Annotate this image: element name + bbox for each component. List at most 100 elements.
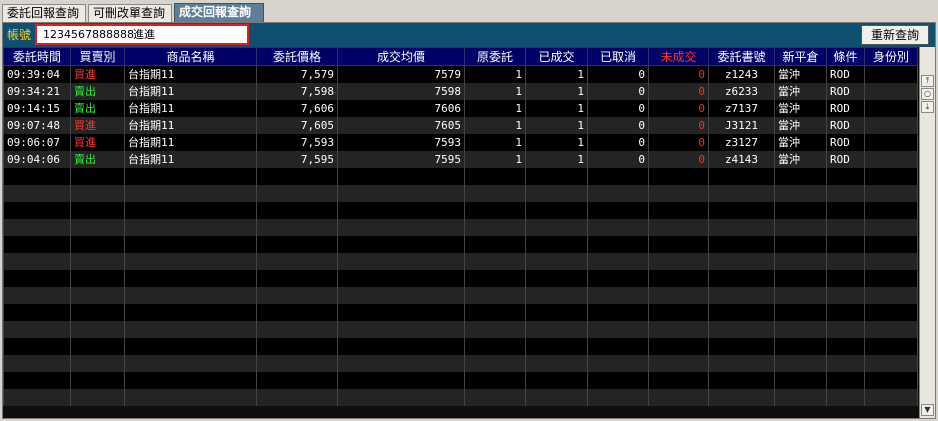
scroll-to-bottom-icon[interactable]: ⤓ <box>921 101 934 113</box>
order-no-cell: z1243 <box>708 65 775 83</box>
tab-modifiable-orders[interactable]: 可刪改單查詢 <box>88 4 172 22</box>
col-avg-price-header[interactable]: 成交均價 <box>337 47 465 66</box>
product-cell <box>124 202 257 219</box>
product-cell <box>124 270 257 287</box>
unfilled-cell <box>648 202 709 219</box>
empty-table-row <box>3 270 918 287</box>
order-time-cell <box>3 321 71 338</box>
condition-cell <box>826 202 865 219</box>
col-order-no-header[interactable]: 委託書號 <box>708 47 775 66</box>
avg-price-cell <box>337 202 465 219</box>
table-row[interactable]: 09:06:07 買進 台指期11 7,593 7593 1 1 0 0 z3127 當沖 ROD <box>3 134 918 151</box>
open-close-cell <box>774 304 827 321</box>
scroll-down-arrow-icon[interactable]: ▼ <box>921 404 934 416</box>
col-cancelled-header[interactable]: 已取消 <box>587 47 649 66</box>
condition-cell: ROD <box>826 134 865 151</box>
tab-bar: 委託回報查詢 可刪改單查詢 成交回報查詢 <box>0 0 938 24</box>
col-side-header[interactable]: 買賣別 <box>70 47 125 66</box>
condition-cell <box>826 355 865 372</box>
table-row[interactable]: 09:39:04 買進 台指期11 7,579 7579 1 1 0 0 z1243 當沖 ROD <box>3 65 918 83</box>
scroll-to-top-icon[interactable]: ⤒ <box>921 75 934 87</box>
col-identity-header[interactable]: 身份別 <box>864 47 918 66</box>
condition-cell <box>826 270 865 287</box>
order-time-cell: 09:39:04 <box>3 65 71 83</box>
unfilled-cell <box>648 321 709 338</box>
order-price-cell <box>256 185 338 202</box>
product-cell: 台指期11 <box>124 100 257 117</box>
side-cell <box>70 219 125 236</box>
orig-qty-cell: 1 <box>464 134 526 151</box>
filled-cell <box>525 338 588 355</box>
empty-table-row <box>3 202 918 219</box>
vertical-scrollbar[interactable]: ⤒ ○ ⤓ ▼ <box>919 47 935 418</box>
order-price-cell <box>256 355 338 372</box>
side-cell: 買進 <box>70 65 125 83</box>
unfilled-cell <box>648 185 709 202</box>
col-condition-header[interactable]: 條件 <box>826 47 865 66</box>
cancelled-cell <box>587 270 649 287</box>
order-price-cell <box>256 253 338 270</box>
open-close-cell: 當沖 <box>774 83 827 100</box>
condition-cell <box>826 236 865 253</box>
table-row[interactable]: 09:07:48 買進 台指期11 7,605 7605 1 1 0 0 J3121 當沖 ROD <box>3 117 918 134</box>
col-open-close-header[interactable]: 新平倉 <box>774 47 827 66</box>
empty-table-row <box>3 304 918 321</box>
side-cell <box>70 389 125 406</box>
col-unfilled-header[interactable]: 未成交 <box>648 47 709 66</box>
unfilled-cell <box>648 389 709 406</box>
product-cell <box>124 168 257 185</box>
col-filled-header[interactable]: 已成交 <box>525 47 588 66</box>
identity-cell <box>864 185 918 202</box>
empty-table-row <box>3 389 918 406</box>
orig-qty-cell <box>464 304 526 321</box>
table-row[interactable]: 09:14:15 賣出 台指期11 7,606 7606 1 1 0 0 z7137 當沖 ROD <box>3 100 918 117</box>
table-row[interactable]: 09:04:06 賣出 台指期11 7,595 7595 1 1 0 0 z4143 當沖 ROD <box>3 151 918 168</box>
order-no-cell <box>708 236 775 253</box>
order-price-cell <box>256 270 338 287</box>
order-no-cell: z7137 <box>708 100 775 117</box>
order-price-cell <box>256 168 338 185</box>
identity-cell <box>864 355 918 372</box>
avg-price-cell <box>337 372 465 389</box>
unfilled-cell <box>648 168 709 185</box>
side-cell: 賣出 <box>70 100 125 117</box>
order-time-cell <box>3 287 71 304</box>
open-close-cell <box>774 338 827 355</box>
open-close-cell <box>774 389 827 406</box>
account-selector[interactable]: 1234567888888 進進 <box>35 24 249 45</box>
cancelled-cell <box>587 321 649 338</box>
orig-qty-cell <box>464 236 526 253</box>
cancelled-cell <box>587 355 649 372</box>
scroll-center-icon[interactable]: ○ <box>921 88 934 100</box>
refresh-query-button[interactable]: 重新查詢 <box>861 25 929 45</box>
avg-price-cell <box>337 287 465 304</box>
col-product-header[interactable]: 商品名稱 <box>124 47 257 66</box>
table-row[interactable]: 09:34:21 賣出 台指期11 7,598 7598 1 1 0 0 z6233 當沖 ROD <box>3 83 918 100</box>
order-time-cell <box>3 168 71 185</box>
filled-cell <box>525 355 588 372</box>
empty-table-row <box>3 321 918 338</box>
col-order-price-header[interactable]: 委託價格 <box>256 47 338 66</box>
account-name: 進進 <box>133 28 155 41</box>
open-close-cell: 當沖 <box>774 65 827 83</box>
account-toolbar: 帳號 1234567888888 進進 重新查詢 <box>3 23 935 47</box>
filled-cell <box>525 168 588 185</box>
col-orig-qty-header[interactable]: 原委託 <box>464 47 526 66</box>
condition-cell <box>826 372 865 389</box>
identity-cell <box>864 338 918 355</box>
filled-cell: 1 <box>525 134 588 151</box>
order-no-cell <box>708 202 775 219</box>
tab-trade-report[interactable]: 成交回報查詢 <box>174 3 264 23</box>
product-cell <box>124 321 257 338</box>
filled-cell <box>525 321 588 338</box>
identity-cell <box>864 117 918 134</box>
tab-order-report[interactable]: 委託回報查詢 <box>2 4 86 22</box>
avg-price-cell: 7598 <box>337 83 465 100</box>
avg-price-cell <box>337 338 465 355</box>
side-cell <box>70 321 125 338</box>
cancelled-cell: 0 <box>587 134 649 151</box>
filled-cell: 1 <box>525 65 588 83</box>
col-order-time-header[interactable]: 委託時間 <box>3 47 71 66</box>
open-close-cell <box>774 287 827 304</box>
order-no-cell: J3121 <box>708 117 775 134</box>
